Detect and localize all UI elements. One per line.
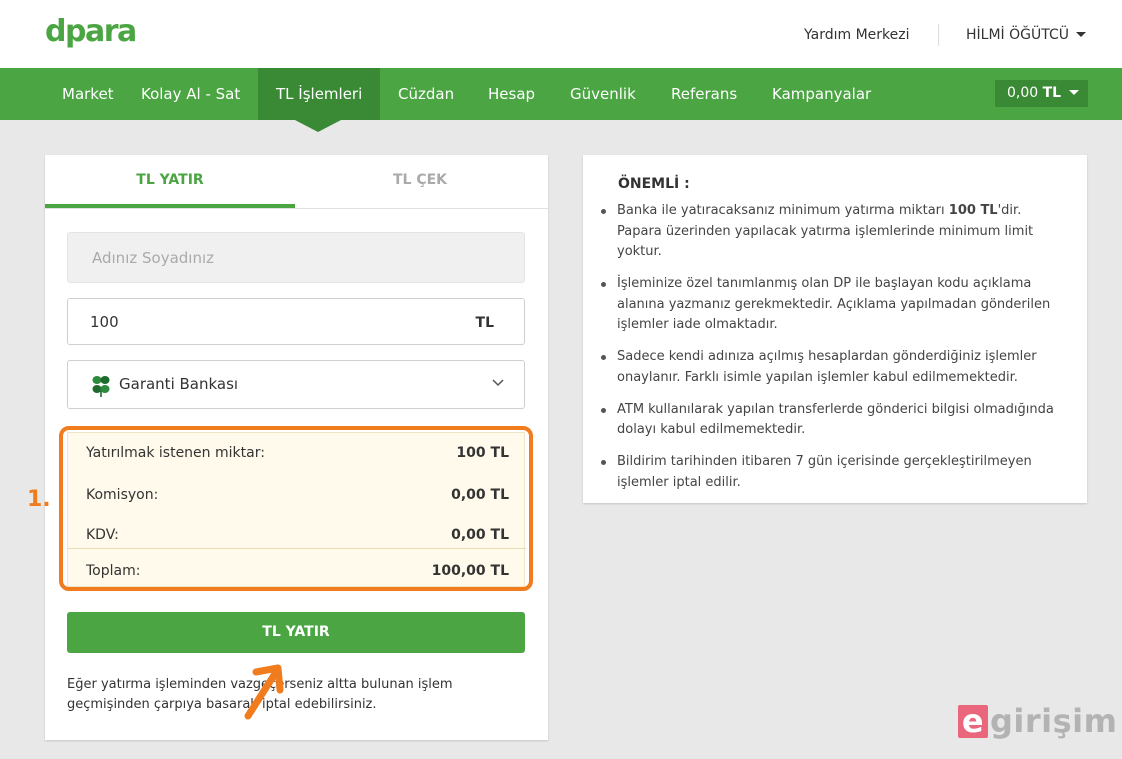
balance-dropdown[interactable]: 0,00 TL bbox=[995, 80, 1088, 107]
header-divider bbox=[938, 24, 939, 46]
active-nav-pointer bbox=[293, 119, 343, 132]
info-text: Banka ile yatıracaksanız minimum yatırma… bbox=[617, 203, 949, 218]
user-menu[interactable]: HİLMİ ÖĞÜTCÜ bbox=[966, 27, 1086, 43]
nav-item-guvenlik[interactable]: Güvenlik bbox=[570, 68, 636, 120]
amount-input[interactable]: 100 TL bbox=[67, 298, 525, 345]
summary-highlight-annotation bbox=[59, 426, 533, 591]
info-item: Sadece kendi adınıza açılmış hesaplardan… bbox=[598, 347, 1068, 388]
egirisim-watermark: e girişim bbox=[958, 702, 1117, 740]
info-list: Banka ile yatıracaksanız minimum yatırma… bbox=[598, 201, 1068, 505]
balance-currency: TL bbox=[1042, 85, 1062, 101]
annotation-arrow-icon bbox=[244, 664, 284, 720]
info-item: ATM kullanılarak yapılan transferlerde g… bbox=[598, 400, 1068, 441]
caret-down-icon bbox=[1069, 89, 1080, 95]
user-name-label: HİLMİ ÖĞÜTCÜ bbox=[966, 27, 1069, 43]
garanti-bank-icon bbox=[92, 376, 110, 397]
info-item: Banka ile yatıracaksanız minimum yatırma… bbox=[598, 201, 1068, 263]
important-info-card: ÖNEMLİ : Banka ile yatıracaksanız minimu… bbox=[583, 155, 1087, 503]
nav-item-kolay-al-sat[interactable]: Kolay Al - Sat bbox=[141, 68, 240, 120]
nav-item-kampanyalar[interactable]: Kampanyalar bbox=[772, 68, 871, 120]
annotation-number: 1. bbox=[27, 487, 51, 512]
info-text: ATM kullanılarak yapılan transferlerde g… bbox=[617, 401, 1054, 438]
chevron-down-icon bbox=[492, 379, 504, 387]
name-placeholder: Adınız Soyadınız bbox=[92, 249, 215, 267]
info-item: Bildirim tarihinden itibaren 7 gün içeri… bbox=[598, 452, 1068, 493]
tabs-divider bbox=[45, 208, 548, 209]
bank-name: Garanti Bankası bbox=[119, 375, 239, 393]
caret-down-icon bbox=[1075, 31, 1086, 37]
info-text: Bildirim tarihinden itibaren 7 gün içeri… bbox=[617, 454, 1032, 490]
cancel-note: Eğer yatırma işleminden vazgeçerseniz al… bbox=[67, 677, 453, 712]
nav-item-tl-islemleri[interactable]: TL İşlemleri bbox=[258, 68, 381, 120]
amount-value: 100 bbox=[90, 313, 119, 331]
watermark-text: girişim bbox=[990, 702, 1118, 740]
nav-item-cuzdan[interactable]: Cüzdan bbox=[398, 68, 454, 120]
amount-unit: TL bbox=[475, 315, 494, 331]
balance-amount: 0,00 bbox=[1007, 85, 1039, 101]
info-title: ÖNEMLİ : bbox=[618, 176, 690, 192]
tl-yatir-button[interactable]: TL YATIR bbox=[67, 612, 525, 653]
info-text: İşleminize özel tanımlanmış olan DP ile … bbox=[617, 276, 1051, 332]
nav-item-referans[interactable]: Referans bbox=[671, 68, 737, 120]
bank-select[interactable]: Garanti Bankası bbox=[67, 360, 525, 409]
name-input[interactable]: Adınız Soyadınız bbox=[67, 232, 525, 283]
main-nav: Market Kolay Al - Sat TL İşlemleri Cüzda… bbox=[0, 68, 1122, 120]
info-item: İşleminize özel tanımlanmış olan DP ile … bbox=[598, 274, 1068, 336]
help-center-link[interactable]: Yardım Merkezi bbox=[804, 27, 910, 43]
nav-item-hesap[interactable]: Hesap bbox=[488, 68, 535, 120]
tab-tl-yatir[interactable]: TL YATIR bbox=[45, 155, 295, 208]
info-text-bold: 100 TL bbox=[948, 203, 998, 218]
nav-item-market[interactable]: Market bbox=[62, 68, 114, 120]
dpara-logo[interactable]: dpara bbox=[45, 14, 137, 49]
info-text: Sadece kendi adınıza açılmış hesaplardan… bbox=[617, 349, 1037, 385]
tab-tl-cek[interactable]: TL ÇEK bbox=[295, 155, 545, 208]
top-header: dpara Yardım Merkezi HİLMİ ÖĞÜTCÜ bbox=[0, 0, 1122, 68]
watermark-e: e bbox=[958, 705, 988, 738]
